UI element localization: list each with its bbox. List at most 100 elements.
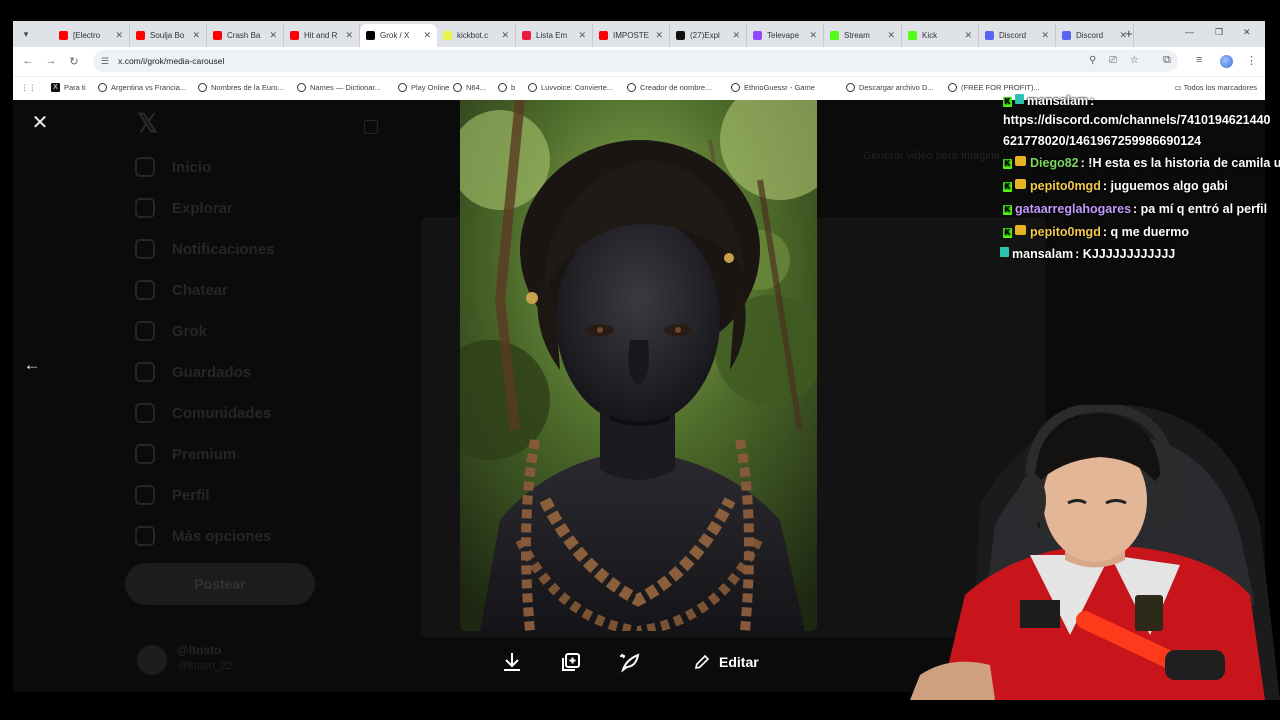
tab-close-icon[interactable]: ✕ (732, 30, 740, 41)
chat-username[interactable]: pepito0mgd (1030, 225, 1101, 239)
tab-7[interactable]: Lista Em ✕ (516, 24, 593, 47)
chat-username[interactable]: Diego82 (1030, 156, 1079, 170)
tab-9[interactable]: (27)Expl ✕ (670, 24, 747, 47)
tab-5[interactable]: Grok / X ✕ (360, 24, 437, 47)
back-icon[interactable]: ← (21, 55, 35, 67)
previous-media-icon[interactable]: ← (22, 354, 42, 376)
tab-1[interactable]: [Electro ✕ (53, 24, 130, 47)
tab-close-icon[interactable]: ✕ (501, 30, 509, 41)
chat-username[interactable]: pepito0mgd (1030, 179, 1101, 193)
tab-close-icon[interactable]: ✕ (192, 30, 200, 41)
nav-item-m-s-opciones[interactable]: Más opciones (135, 521, 271, 551)
x-logo-icon[interactable]: 𝕏 (137, 108, 158, 139)
bookmark-favicon-icon (528, 83, 537, 92)
tab-close-icon[interactable]: ✕ (964, 30, 972, 41)
nav-item-perfil[interactable]: Perfil (135, 480, 210, 510)
bookmark-item[interactable]: Luvvoice: Convierte... (528, 83, 613, 92)
download-icon[interactable] (500, 650, 524, 674)
nav-item-notificaciones[interactable]: Notificaciones (135, 234, 275, 264)
all-bookmarks-button[interactable]: ▭ Todos los marcadores (1175, 83, 1257, 92)
nav-item-premium[interactable]: Premium (135, 439, 236, 469)
chat-text: : q me duermo (1102, 225, 1189, 239)
extensions-icon[interactable]: ⧉ (1163, 54, 1171, 67)
tab-12[interactable]: Kick ✕ (902, 24, 979, 47)
chat-username[interactable]: gataarreglahogares (1015, 202, 1131, 216)
profile-avatar[interactable] (1220, 55, 1233, 68)
browser-menu-icon[interactable]: ⋮ (1246, 54, 1257, 67)
tab-close-icon[interactable]: ✕ (655, 30, 663, 41)
nav-item-guardados[interactable]: Guardados (135, 357, 251, 387)
bookmark-label: Play Online (411, 83, 450, 92)
tab-8[interactable]: IMPOSTE ✕ (593, 24, 670, 47)
bookmark-item[interactable]: Creador de nombre... (627, 83, 711, 92)
bookmark-item[interactable]: Descargar archivo D... (846, 83, 934, 92)
bookmark-item[interactable]: N64... (453, 83, 486, 92)
tab-close-icon[interactable]: ✕ (578, 30, 586, 41)
animate-icon[interactable] (618, 650, 642, 674)
address-bar[interactable]: ☰ x.com/i/grok/media-carousel (93, 50, 1178, 72)
bookmark-item[interactable]: b (498, 83, 515, 92)
bookmark-item[interactable]: (FREE FOR PROFIT)... (948, 83, 1040, 92)
tab-11[interactable]: Stream ✕ (824, 24, 902, 47)
tab-close-icon[interactable]: ✕ (269, 30, 277, 41)
bookmark-item[interactable]: Names — Dictionar... (297, 83, 381, 92)
chat-username[interactable]: mansalam (1027, 94, 1088, 108)
account-avatar[interactable] (137, 645, 167, 675)
tab-close-icon[interactable]: ✕ (423, 30, 431, 41)
tab-title: Crash Ba (227, 31, 261, 40)
tab-close-icon[interactable]: ✕ (115, 30, 123, 41)
tab-10[interactable]: Televape ✕ (747, 24, 824, 47)
media-controls-icon[interactable]: ≡ (1196, 54, 1202, 66)
tab-close-icon[interactable]: ✕ (809, 30, 817, 41)
tab-4[interactable]: Hit and R ✕ (284, 24, 360, 47)
apps-grid-icon[interactable]: ⋮⋮ (21, 83, 36, 92)
site-info-icon[interactable]: ☰ (101, 56, 109, 67)
bookmark-item[interactable]: Argentina vs Francia... (98, 83, 186, 92)
maximize-icon[interactable]: ❐ (1215, 27, 1223, 38)
chat-text: : KJJJJJJJJJJJJ (1075, 247, 1176, 261)
webcam-overlay (910, 405, 1280, 700)
new-tab-button[interactable]: + (1125, 26, 1133, 41)
tab-close-icon[interactable]: ✕ (1041, 30, 1049, 41)
nav-item-inicio[interactable]: Inicio (135, 152, 211, 182)
reload-icon[interactable]: ↻ (67, 55, 81, 68)
tab-strip: ▾ [Electro ✕ Soulja Bo ✕ Crash Ba ✕ Hit and R ✕… (13, 21, 1265, 47)
zoom-icon[interactable]: ⚲ (1089, 55, 1096, 66)
nav-item-grok[interactable]: Grok (135, 316, 207, 346)
minimize-icon[interactable]: — (1185, 27, 1194, 37)
tab-13[interactable]: Discord ✕ (979, 24, 1056, 47)
tab-title: Televape (767, 31, 800, 40)
bookmark-star-icon[interactable]: ☆ (1130, 55, 1139, 66)
close-viewer-icon[interactable]: ✕ (29, 112, 51, 134)
tab-favicon-icon (290, 31, 299, 40)
nav-item-explorar[interactable]: Explorar (135, 193, 233, 223)
tab-close-icon[interactable]: ✕ (887, 30, 895, 41)
bookmark-item[interactable]: X Para ti (51, 83, 86, 92)
tab-6[interactable]: kickbot.c ✕ (437, 24, 516, 47)
tab-2[interactable]: Soulja Bo ✕ (130, 24, 207, 47)
nav-item-chatear[interactable]: Chatear (135, 275, 228, 305)
account-name[interactable]: @ltnsto (177, 643, 221, 657)
tab-3[interactable]: Crash Ba ✕ (207, 24, 284, 47)
bookmark-item[interactable]: Play Online (398, 83, 449, 92)
window-close-icon[interactable]: ✕ (1243, 27, 1251, 38)
forward-icon[interactable]: → (44, 55, 58, 67)
tab-14[interactable]: Discord ✕ (1056, 24, 1134, 47)
tab-favicon-icon (366, 31, 375, 40)
edit-label: Editar (719, 654, 759, 670)
edit-button[interactable]: Editar (693, 650, 759, 674)
tab-search-icon[interactable]: ▾ (19, 27, 33, 41)
expand-icon[interactable] (364, 120, 378, 134)
tab-close-icon[interactable]: ✕ (345, 30, 353, 41)
url-text[interactable]: x.com/i/grok/media-carousel (118, 56, 224, 66)
bookmark-item[interactable]: EthnoGuessr - Game (731, 83, 815, 92)
chat-username[interactable]: mansalam (1012, 247, 1073, 261)
tab-favicon-icon (753, 31, 762, 40)
tab-title: Soulja Bo (150, 31, 185, 40)
nav-item-comunidades[interactable]: Comunidades (135, 398, 271, 428)
install-app-icon[interactable]: ⎚ (1109, 55, 1117, 66)
copy-add-icon[interactable] (559, 650, 583, 674)
post-button[interactable]: Postear (125, 563, 315, 605)
nav-label: Notificaciones (172, 240, 275, 258)
bookmark-item[interactable]: Nombres de la Euro... (198, 83, 284, 92)
